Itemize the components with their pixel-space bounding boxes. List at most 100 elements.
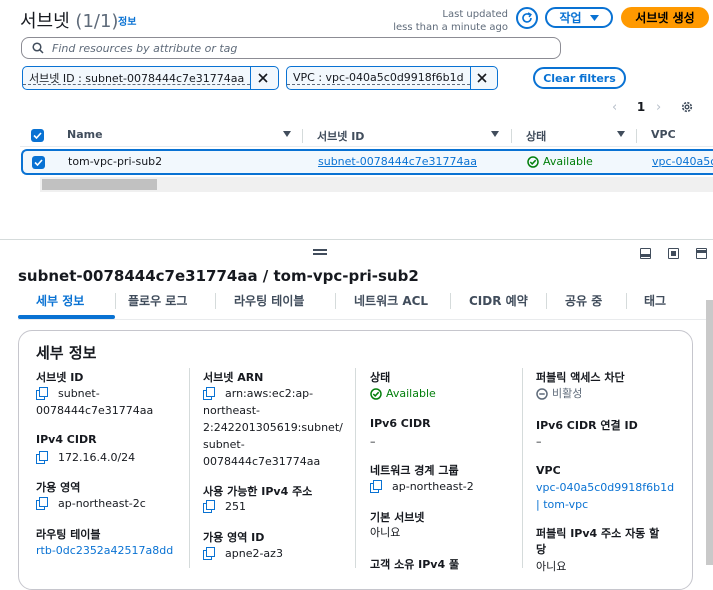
- vpc-link[interactable]: vpc-040a5c0d9918f6b1d | tom-vpc: [536, 479, 674, 513]
- refresh-button[interactable]: [516, 7, 538, 29]
- chevron-right-icon[interactable]: ›: [656, 100, 674, 115]
- az-id-value: apne2-az3: [203, 545, 283, 562]
- chevron-left-icon[interactable]: ‹: [612, 100, 626, 115]
- split-panel-drag-handle[interactable]: [313, 249, 327, 257]
- auto-assign-ipv4-label: 퍼블릭 IPv4 주소 자동 할 당: [536, 526, 659, 558]
- check-icon: [33, 132, 42, 139]
- tab-cidr-reservations[interactable]: CIDR 예약: [469, 292, 528, 309]
- copy-icon[interactable]: [36, 387, 48, 400]
- ipv6-association-value: –: [536, 435, 542, 448]
- page-title-text: 서브넷: [20, 11, 70, 32]
- copy-icon[interactable]: [203, 547, 215, 560]
- detail-title: subnet-0078444c7e31774aa / tom-vpc-pri-s…: [18, 267, 419, 285]
- column-divider[interactable]: [636, 129, 637, 143]
- cell-state: Available: [527, 155, 593, 168]
- panel-close-icon[interactable]: [696, 248, 707, 259]
- az-id-text: apne2-az3: [225, 547, 283, 560]
- subnet-id-line2: 0078444c7e31774aa: [36, 404, 154, 417]
- tab-flow-logs[interactable]: 플로우 로그: [128, 292, 187, 309]
- copy-icon[interactable]: [203, 387, 215, 400]
- row-checkbox[interactable]: [32, 156, 45, 169]
- info-link[interactable]: 정보: [118, 13, 136, 28]
- table-header: Name 서브넷 ID 상태 VPC: [20, 125, 713, 147]
- copy-icon[interactable]: [203, 500, 215, 513]
- az-id-label: 가용 영역 ID: [203, 531, 265, 544]
- scrollbar-thumb[interactable]: [42, 179, 157, 190]
- tab-network-acl[interactable]: 네트워크 ACL: [354, 292, 428, 309]
- remove-filter-button[interactable]: [250, 67, 274, 89]
- column-header-state[interactable]: 상태: [526, 128, 546, 144]
- column-divider: [355, 368, 356, 568]
- filter-token-label[interactable]: 서브넷 ID : subnet-0078444c7e31774aa: [23, 71, 251, 85]
- column-header-name[interactable]: Name: [67, 128, 103, 141]
- tab-divider: [626, 293, 627, 309]
- column-divider[interactable]: [511, 129, 512, 143]
- tab-route-table[interactable]: 라우팅 테이블: [234, 292, 304, 309]
- column-divider: [522, 368, 523, 568]
- subnet-id-value: subnet- 0078444c7e31774aa: [36, 385, 186, 419]
- block-public-access-value: 비활성: [536, 385, 582, 402]
- column-divider: [189, 368, 190, 568]
- horizontal-scrollbar[interactable]: [40, 177, 713, 192]
- route-table-link[interactable]: rtb-0dc2352a42517a8dd: [36, 542, 173, 559]
- cell-vpc-link[interactable]: vpc-040a5c: [652, 155, 713, 168]
- settings-gear-icon[interactable]: [680, 100, 694, 114]
- remove-filter-button[interactable]: [469, 67, 494, 89]
- copy-icon[interactable]: [370, 480, 382, 493]
- tab-divider: [450, 293, 451, 309]
- vpc-link-line2: | tom-vpc: [536, 498, 589, 511]
- actions-button[interactable]: 작업: [545, 7, 613, 28]
- sort-caret-icon[interactable]: [283, 131, 291, 137]
- disabled-icon: [536, 387, 548, 400]
- last-updated-value: less than a minute ago: [393, 22, 508, 33]
- ipv4-cidr-value: 172.16.4.0/24: [36, 449, 135, 466]
- tab-divider: [335, 293, 336, 309]
- select-all-checkbox[interactable]: [31, 129, 44, 142]
- search-input[interactable]: [52, 41, 532, 55]
- tab-divider: [546, 293, 547, 309]
- sort-caret-icon[interactable]: [491, 131, 499, 137]
- panel-side-icon[interactable]: [668, 248, 679, 259]
- arn-line1: arn:aws:ec2:ap-: [225, 387, 314, 400]
- ipv6-cidr-value: –: [370, 435, 376, 448]
- panel-bottom-icon[interactable]: [640, 248, 651, 259]
- subnet-id-label: 서브넷 ID: [36, 371, 84, 384]
- success-icon: [527, 155, 539, 168]
- caret-down-icon: [589, 14, 599, 21]
- auto-assign-ipv4-label-line2: 당: [536, 543, 547, 556]
- scrollbar-thumb[interactable]: [706, 300, 713, 565]
- column-header-vpc[interactable]: VPC: [651, 128, 676, 141]
- copy-icon[interactable]: [36, 497, 48, 510]
- arn-line4: subnet-: [203, 438, 245, 451]
- create-subnet-button[interactable]: 서브넷 생성: [621, 7, 709, 28]
- default-subnet-value: 아니요: [370, 526, 401, 539]
- ipv6-association-label: IPv6 CIDR 연결 ID: [536, 419, 638, 432]
- tab-sharing[interactable]: 공유 중: [565, 292, 602, 309]
- tab-details[interactable]: 세부 정보: [36, 292, 84, 309]
- network-border-group-value: ap-northeast-2: [370, 478, 474, 495]
- auto-assign-ipv4-value: 아니요: [536, 560, 567, 573]
- ipv4-cidr-label: IPv4 CIDR: [36, 433, 97, 446]
- sort-caret-icon[interactable]: [617, 131, 625, 137]
- cell-name: tom-vpc-pri-sub2: [68, 155, 163, 168]
- route-table-label: 라우팅 테이블: [36, 528, 101, 541]
- vertical-scrollbar[interactable]: [706, 300, 713, 565]
- arn-line2: northeast-: [203, 404, 261, 417]
- table-row[interactable]: tom-vpc-pri-sub2 subnet-0078444c7e31774a…: [21, 149, 713, 175]
- column-divider[interactable]: [302, 129, 303, 143]
- selection-count: (1/1): [75, 11, 119, 32]
- column-header-subnet-id[interactable]: 서브넷 ID: [317, 128, 364, 144]
- search-bar[interactable]: [21, 37, 561, 59]
- cell-subnet-id-link[interactable]: subnet-0078444c7e31774aa: [318, 155, 477, 168]
- check-icon: [34, 159, 43, 166]
- state-text: Available: [386, 387, 436, 400]
- subnet-arn-value: arn:aws:ec2:ap- northeast- 2:24220130561…: [203, 385, 353, 470]
- filter-token-label[interactable]: VPC : vpc-040a5c0d9918f6b1d: [287, 71, 470, 85]
- tab-tags[interactable]: 태그: [644, 292, 666, 309]
- current-page[interactable]: 1: [626, 100, 656, 114]
- default-subnet-label: 기본 서브넷: [370, 511, 425, 524]
- copy-icon[interactable]: [36, 451, 48, 464]
- last-updated: Last updated less than a minute ago: [393, 8, 508, 34]
- tab-divider: [215, 293, 216, 309]
- clear-filters-button[interactable]: Clear filters: [533, 67, 626, 89]
